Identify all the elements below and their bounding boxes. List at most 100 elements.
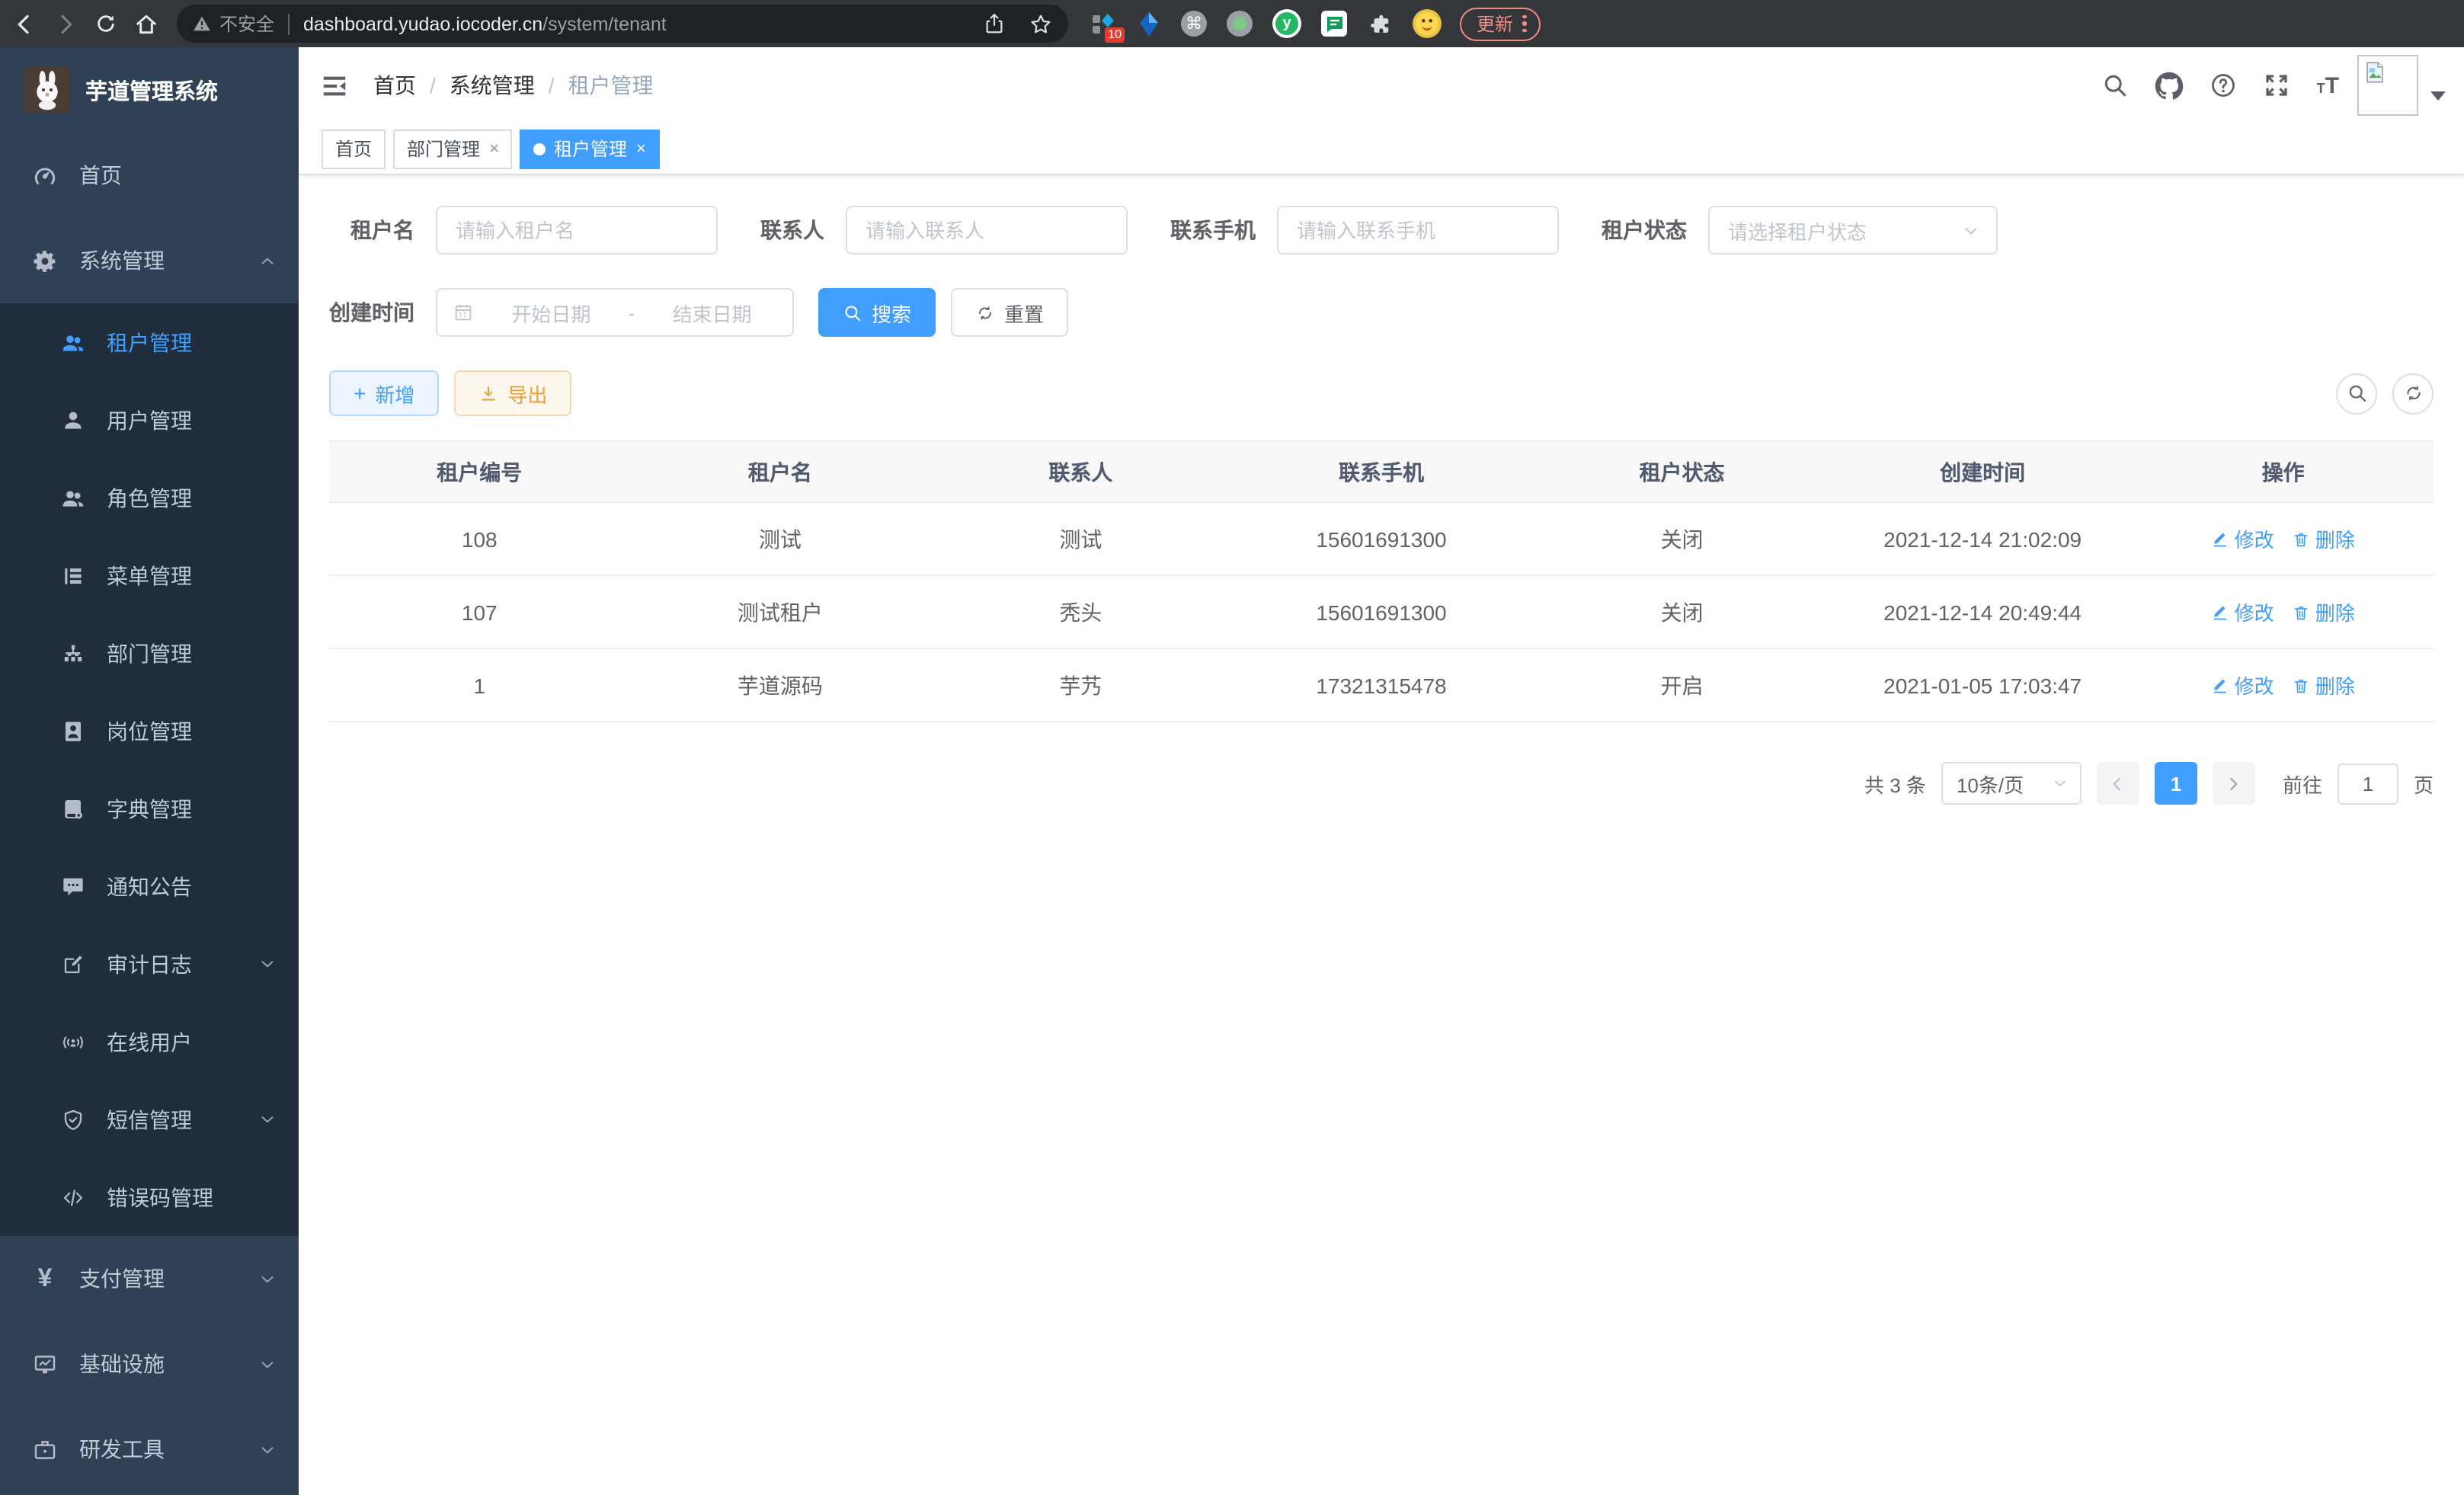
edit-link[interactable]: 修改 [2212,524,2274,553]
address-bar[interactable]: 不安全 dashboard.yudao.iocoder.cn/system/te… [177,5,1068,43]
sidebar-item-dev-tools[interactable]: 研发工具 [0,1407,299,1492]
refresh-table-button[interactable] [2392,373,2434,414]
search-button[interactable]: 搜索 [818,288,936,337]
sidebar-item-users[interactable]: 用户管理 [0,381,299,459]
delete-link[interactable]: 删除 [2293,597,2355,626]
edit-link[interactable]: 修改 [2212,671,2274,699]
org-tree-icon [61,641,85,665]
home-icon[interactable] [134,11,158,36]
user-avatar[interactable] [2357,55,2418,116]
cell-contact: 秃头 [930,597,1231,627]
reload-icon[interactable] [94,12,117,35]
plus-icon: + [354,383,366,404]
back-icon[interactable] [12,11,37,36]
tab-home[interactable]: 首页 [322,129,386,168]
end-date-placeholder[interactable]: 结束日期 [647,298,777,327]
user-icon [61,408,85,432]
reset-button[interactable]: 重置 [951,288,1068,337]
browser-menu-icon[interactable] [1522,15,1526,33]
url-text: dashboard.yudao.iocoder.cn/system/tenant [303,13,667,34]
add-button[interactable]: + 新增 [329,370,439,416]
badge-icon [61,719,85,743]
screenshot-root: 不安全 dashboard.yudao.iocoder.cn/system/te… [0,0,2464,1495]
browser-update-button[interactable]: 更新 [1460,7,1540,40]
chevron-down-icon [258,1439,277,1459]
sidebar-item-label: 租户管理 [107,327,192,357]
contact-input[interactable] [846,206,1128,255]
page-size-select[interactable]: 10条/页 [1941,762,2082,805]
sidebar-item-system[interactable]: 系统管理 [0,218,299,303]
sidebar-item-departments[interactable]: 部门管理 [0,614,299,692]
column-header-name: 租户名 [630,456,931,487]
close-icon[interactable]: × [489,139,499,158]
sidebar-item-menus[interactable]: 菜单管理 [0,536,299,614]
sidebar-item-infrastructure[interactable]: 基础设施 [0,1321,299,1407]
sidebar-item-roles[interactable]: 角色管理 [0,459,299,536]
start-date-placeholder[interactable]: 开始日期 [486,298,616,327]
sidebar-item-audit-log[interactable]: 审计日志 [0,925,299,1003]
sidebar-item-notice[interactable]: 通知公告 [0,847,299,925]
trash-icon [2293,530,2311,548]
close-icon[interactable]: × [636,139,646,158]
browser-nav-group [12,11,158,36]
date-range-picker[interactable]: 开始日期 - 结束日期 [436,288,794,337]
sidebar-toggle-icon[interactable] [320,71,349,100]
warning-icon [192,14,212,34]
help-icon[interactable] [2210,72,2238,99]
tab-departments[interactable]: 部门管理 × [393,129,513,168]
next-page-button[interactable] [2213,762,2255,805]
forward-icon[interactable] [53,11,78,36]
breadcrumb-system[interactable]: 系统管理 [450,70,535,101]
sidebar-item-label: 审计日志 [107,949,192,979]
sidebar-logo[interactable]: 芋道管理系统 [0,47,299,133]
sidebar-item-dict[interactable]: 字典管理 [0,770,299,847]
extensions-puzzle-icon[interactable] [1367,11,1393,37]
total-count: 共 3 条 [1864,769,1926,798]
tenant-name-input[interactable] [436,206,718,255]
extension-recorder-icon[interactable] [1227,11,1253,37]
delete-link[interactable]: 删除 [2293,524,2355,553]
extension-boxes-icon[interactable]: 10 [1090,11,1115,37]
sidebar-item-payment[interactable]: ¥ 支付管理 [0,1236,299,1321]
breadcrumb-home[interactable]: 首页 [373,70,416,101]
search-label: 搜索 [872,298,911,327]
sidebar-item-posts[interactable]: 岗位管理 [0,692,299,770]
github-icon[interactable] [2155,71,2184,100]
extension-yuque-icon[interactable]: y [1272,9,1301,38]
profile-avatar-icon[interactable] [1413,9,1442,38]
filter-created: 创建时间 开始日期 - 结束日期 [329,288,794,337]
sidebar-item-home[interactable]: 首页 [0,133,299,218]
security-indicator[interactable]: 不安全 [192,11,274,37]
avatar-caret-icon[interactable] [2430,91,2446,101]
pagination: 共 3 条 10条/页 1 前往 页 [329,762,2434,805]
delete-link[interactable]: 删除 [2293,671,2355,699]
broken-image-icon [2362,59,2388,85]
fullscreen-icon[interactable] [2264,72,2291,99]
header-search-icon[interactable] [2102,72,2130,99]
edit-link[interactable]: 修改 [2212,597,2274,626]
active-dot [534,142,546,155]
column-header-created: 创建时间 [1832,456,2133,487]
bookmark-star-icon[interactable] [1029,11,1053,36]
column-header-phone: 联系手机 [1231,456,1532,487]
sidebar-item-tenant[interactable]: 租户管理 [0,303,299,381]
page-number-1[interactable]: 1 [2155,762,2197,805]
phone-input[interactable] [1277,206,1559,255]
tab-tenant-active[interactable]: 租户管理 × [520,129,660,168]
tree-icon [61,563,85,587]
goto-page-input[interactable] [2338,763,2398,804]
search-icon [843,303,862,322]
extension-chat-icon[interactable] [1321,11,1347,37]
toggle-search-button[interactable] [2336,373,2377,414]
share-icon[interactable] [983,12,1006,35]
extension-kite-icon[interactable] [1135,11,1161,37]
status-select[interactable]: 请选择租户状态 [1708,206,1998,255]
sidebar-item-error-codes[interactable]: 错误码管理 [0,1158,299,1236]
sidebar-item-online-users[interactable]: 在线用户 [0,1003,299,1080]
extension-command-icon[interactable]: ⌘ [1181,11,1207,37]
sidebar-item-sms[interactable]: 短信管理 [0,1080,299,1158]
export-button[interactable]: 导出 [454,370,571,416]
prev-page-button[interactable] [2097,762,2139,805]
font-size-icon[interactable]: TT [2317,74,2339,97]
dashboard-icon [32,162,58,188]
